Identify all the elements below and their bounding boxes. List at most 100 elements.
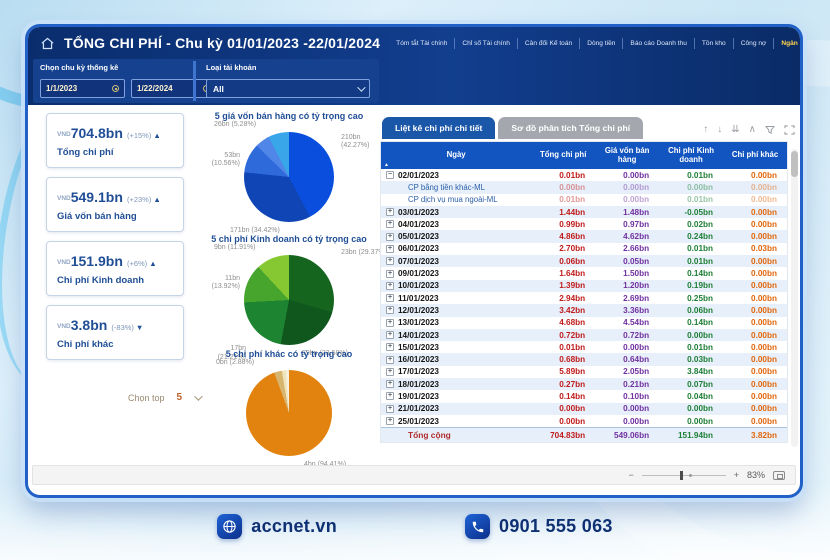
expand-next-level-icon[interactable]: ⇊	[731, 125, 739, 135]
date-input-from[interactable]: 1/1/2023	[40, 79, 125, 98]
table-row[interactable]: +16/01/20230.68bn0.64bn0.03bn0.00bn	[381, 353, 787, 365]
pie-data-label: 210bn(42.27%)	[341, 134, 369, 151]
column-header[interactable]: Ngày	[381, 151, 531, 160]
value-cell: 0.97bn	[595, 220, 659, 229]
table-row[interactable]: +09/01/20231.64bn1.50bn0.14bn0.00bn	[381, 267, 787, 279]
title-bar: TỔNG CHI PHÍ - Chu kỳ 01/01/2023 -22/01/…	[28, 27, 800, 59]
expand-row-icon[interactable]: +	[386, 417, 394, 425]
value-cell: 0.00bn	[659, 417, 723, 426]
column-header[interactable]: Chi phí Kinh doanh	[659, 147, 723, 165]
table-child-row[interactable]: CP bằng tiền khác-ML0.00bn0.00bn0.00bn0.…	[381, 181, 787, 193]
table-row[interactable]: +25/01/20230.00bn0.00bn0.00bn0.00bn	[381, 415, 787, 427]
date-label: 15/01/2023	[398, 343, 439, 352]
table-row[interactable]: +04/01/20230.99bn0.97bn0.02bn0.00bn	[381, 218, 787, 230]
value-cell: 0.00bn	[723, 318, 787, 327]
pie-circle[interactable]	[244, 255, 334, 345]
kpi-cards: VND704.8bn (+15%)▲Tổng chi phíVND549.1bn…	[46, 113, 184, 369]
globe-icon	[217, 514, 242, 539]
kpi-currency: VND	[57, 131, 71, 138]
pie-circle[interactable]	[244, 132, 334, 222]
pie-chart-block: 5 chi phí Kinh doanh có tỷ trọng cao9bn …	[196, 234, 382, 345]
date-label: 14/01/2023	[398, 331, 439, 340]
expand-row-icon[interactable]: +	[386, 257, 394, 265]
expand-row-icon[interactable]: +	[386, 270, 394, 278]
table-row[interactable]: +12/01/20233.42bn3.36bn0.06bn0.00bn	[381, 304, 787, 316]
table-scrollbar[interactable]	[791, 149, 798, 447]
table-row[interactable]: +15/01/20230.01bn0.00bn0.01bn0.00bn	[381, 341, 787, 353]
collapse-icon[interactable]: ∧	[749, 125, 756, 135]
nav-tab[interactable]: Tóm tắt Tài chính	[389, 38, 454, 49]
focus-mode-icon[interactable]	[784, 125, 795, 135]
table-row[interactable]: +19/01/20230.14bn0.10bn0.04bn0.00bn	[381, 390, 787, 402]
home-icon[interactable]	[40, 36, 55, 51]
fit-to-screen-icon[interactable]	[773, 471, 785, 480]
expand-row-icon[interactable]: +	[386, 220, 394, 228]
nav-tab[interactable]: Cân đối Kế toán	[517, 38, 579, 49]
expand-row-icon[interactable]: +	[386, 245, 394, 253]
column-header[interactable]: Tổng chi phí	[531, 151, 595, 160]
expand-row-icon[interactable]: +	[386, 380, 394, 388]
expand-row-icon[interactable]: +	[386, 343, 394, 351]
expand-row-icon[interactable]: +	[386, 294, 394, 302]
pie-circle[interactable]	[246, 370, 332, 456]
nav-tab[interactable]: Dòng tiền	[579, 38, 622, 49]
expand-row-icon[interactable]: +	[386, 331, 394, 339]
tab-expense-detail-list[interactable]: Liệt kê chi phí chi tiết	[382, 117, 495, 139]
filter-icon[interactable]	[765, 125, 775, 135]
expand-row-icon[interactable]: +	[386, 356, 394, 364]
table-row[interactable]: +17/01/20235.89bn2.05bn3.84bn0.00bn	[381, 366, 787, 378]
pie-chart: 0bn (2.88%)4bn (94.41%)	[246, 370, 332, 456]
drill-down-icon[interactable]: ↓	[717, 125, 722, 135]
account-type-select[interactable]: All	[206, 79, 370, 98]
table-row[interactable]: +06/01/20232.70bn2.66bn0.01bn0.03bn	[381, 243, 787, 255]
sort-indicator-icon[interactable]: ▲	[384, 162, 389, 168]
table-row[interactable]: +05/01/20234.86bn4.62bn0.24bn0.00bn	[381, 230, 787, 242]
column-header[interactable]: Chi phí khác	[723, 151, 787, 160]
table-row[interactable]: +03/01/20231.44bn1.48bn-0.05bn0.00bn	[381, 206, 787, 218]
expand-row-icon[interactable]: +	[386, 306, 394, 314]
table-row[interactable]: +10/01/20231.39bn1.20bn0.19bn0.00bn	[381, 280, 787, 292]
collapse-row-icon[interactable]: −	[386, 171, 394, 179]
table-row[interactable]: −02/01/20230.01bn0.00bn0.01bn0.00bn	[381, 169, 787, 181]
calendar-icon[interactable]	[112, 85, 119, 92]
tab-total-expense-analysis[interactable]: Sơ đồ phân tích Tổng chi phí	[498, 117, 643, 139]
zoom-out-button[interactable]: −	[628, 470, 633, 480]
zoom-slider[interactable]	[642, 475, 726, 476]
expand-row-icon[interactable]: +	[386, 368, 394, 376]
table-child-row[interactable]: CP dịch vụ mua ngoài-ML0.01bn0.00bn0.01b…	[381, 194, 787, 206]
value-cell: 0.06bn	[659, 306, 723, 315]
table-row[interactable]: +07/01/20230.06bn0.05bn0.01bn0.00bn	[381, 255, 787, 267]
expand-row-icon[interactable]: +	[386, 392, 394, 400]
nav-tab[interactable]: Tồn kho	[694, 38, 733, 49]
nav-tab[interactable]: Chỉ số Tài chính	[454, 38, 517, 49]
value-cell: 0.01bn	[659, 343, 723, 352]
pie-chart: 9bn (11.91%)23bn (29.37%)11bn(13.92%)17b…	[244, 255, 334, 345]
value-cell: 0.00bn	[723, 281, 787, 290]
drill-up-icon[interactable]: ↑	[703, 125, 708, 135]
nav-tab[interactable]: Công nợ	[733, 38, 774, 49]
table-row[interactable]: +11/01/20232.94bn2.69bn0.25bn0.00bn	[381, 292, 787, 304]
expand-row-icon[interactable]: +	[386, 405, 394, 413]
value-cell: 0.00bn	[723, 355, 787, 364]
nav-tab[interactable]: Ngân sách	[773, 38, 803, 49]
table-row[interactable]: +21/01/20230.00bn0.00bn0.00bn0.00bn	[381, 403, 787, 415]
table-row[interactable]: +13/01/20234.68bn4.54bn0.14bn0.00bn	[381, 317, 787, 329]
value-cell: 0.00bn	[723, 269, 787, 278]
expand-row-icon[interactable]: +	[386, 282, 394, 290]
expand-row-icon[interactable]: +	[386, 319, 394, 327]
expand-row-icon[interactable]: +	[386, 233, 394, 241]
zoom-in-button[interactable]: +	[734, 470, 739, 480]
expand-row-icon[interactable]: +	[386, 208, 394, 216]
date-input-to[interactable]: 1/22/2024	[131, 79, 216, 98]
pie-chart-block: 5 chi phí khác có tỷ trọng cao0bn (2.88%…	[196, 349, 382, 456]
nav-tab[interactable]: Báo cáo Doanh thu	[622, 38, 693, 49]
table-row[interactable]: +14/01/20230.72bn0.72bn0.00bn0.00bn	[381, 329, 787, 341]
scrollbar-thumb[interactable]	[791, 151, 798, 177]
top-n-selector[interactable]: Chọn top 5	[128, 392, 200, 403]
value-cell: 0.06bn	[531, 257, 595, 266]
date-label: 04/01/2023	[398, 220, 439, 229]
table-row[interactable]: +18/01/20230.27bn0.21bn0.07bn0.00bn	[381, 378, 787, 390]
zoom-slider-thumb[interactable]	[680, 471, 683, 480]
column-header[interactable]: Giá vốn bán hàng	[595, 147, 659, 165]
value-cell: 0.00bn	[723, 195, 787, 204]
